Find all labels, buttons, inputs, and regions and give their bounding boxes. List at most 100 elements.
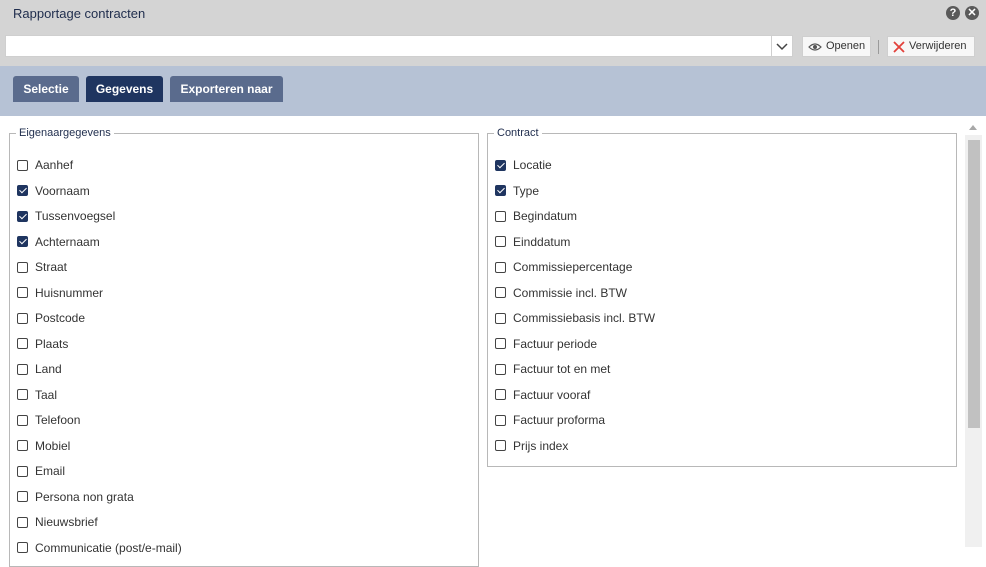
delete-button[interactable]: Verwijderen bbox=[887, 36, 975, 57]
checkbox-label: Factuur vooraf bbox=[513, 387, 591, 402]
report-select[interactable] bbox=[5, 35, 793, 57]
checkbox[interactable] bbox=[495, 440, 506, 451]
checkbox[interactable] bbox=[495, 363, 506, 375]
checkbox-item-communicatie-post-e-mail[interactable]: Communicatie (post/e-mail) bbox=[17, 539, 182, 557]
checkbox-label: Aanhef bbox=[35, 158, 74, 172]
close-icon[interactable]: ✕ bbox=[965, 6, 979, 20]
owner-fields-legend: Eigenaargegevens bbox=[19, 127, 111, 139]
checkbox-item-tussenvoegsel[interactable]: Tussenvoegsel bbox=[17, 207, 115, 225]
window-title: Rapportage contracten bbox=[13, 6, 146, 21]
checkbox-label: Postcode bbox=[35, 311, 86, 325]
checkbox-label: Commissiepercentage bbox=[513, 260, 633, 274]
checkbox[interactable] bbox=[17, 542, 28, 553]
checkbox-label: Land bbox=[35, 362, 62, 376]
checkbox-item-factuur-tot-en-met[interactable]: Factuur tot en met bbox=[495, 360, 610, 378]
tab-exporteren-naar[interactable]: Exporteren naar bbox=[170, 76, 283, 102]
checkbox[interactable] bbox=[17, 491, 28, 502]
checkbox-item-commissiebasis-incl-btw[interactable]: Commissiebasis incl. BTW bbox=[495, 309, 655, 327]
tab-gegevens[interactable]: Gegevens bbox=[86, 76, 163, 102]
checkbox-label: Voornaam bbox=[35, 183, 90, 198]
checkbox[interactable] bbox=[17, 210, 28, 222]
scrollbar-thumb[interactable] bbox=[968, 140, 980, 428]
checkbox-label: Huisnummer bbox=[35, 285, 104, 300]
help-icon[interactable]: ? bbox=[946, 6, 960, 20]
checkbox-item-prijs-index[interactable]: Prijs index bbox=[495, 437, 568, 455]
checkbox[interactable] bbox=[17, 185, 28, 196]
checkbox-label: Begindatum bbox=[513, 209, 578, 223]
open-button[interactable]: Openen bbox=[802, 36, 871, 57]
checkbox[interactable] bbox=[495, 185, 506, 196]
checkbox-label: Email bbox=[35, 464, 66, 478]
checkbox-item-land[interactable]: Land bbox=[17, 360, 62, 378]
checkbox-label: Telefoon bbox=[35, 413, 81, 427]
checkbox[interactable] bbox=[17, 465, 28, 477]
checkbox-label: Plaats bbox=[35, 336, 69, 351]
checkbox-label: Straat bbox=[35, 260, 68, 274]
toolbar-separator bbox=[878, 40, 879, 54]
tab-bar: Selectie Gegevens Exporteren naar bbox=[0, 66, 986, 116]
checkbox-item-telefoon[interactable]: Telefoon bbox=[17, 411, 80, 429]
checkbox-label: Nieuwsbrief bbox=[35, 515, 98, 529]
checkbox[interactable] bbox=[495, 312, 506, 324]
checkbox[interactable] bbox=[17, 389, 28, 400]
checkbox-label: Factuur proforma bbox=[513, 413, 606, 427]
checkbox-label: Type bbox=[513, 183, 540, 198]
eye-icon bbox=[808, 42, 822, 52]
checkbox-label: Factuur tot en met bbox=[513, 362, 611, 376]
checkbox-item-begindatum[interactable]: Begindatum bbox=[495, 207, 577, 225]
delete-x-icon bbox=[893, 40, 905, 53]
checkbox[interactable] bbox=[495, 210, 506, 222]
checkbox-item-mobiel[interactable]: Mobiel bbox=[17, 437, 70, 455]
checkbox-item-persona-non-grata[interactable]: Persona non grata bbox=[17, 488, 134, 506]
checkbox-item-email[interactable]: Email bbox=[17, 462, 65, 480]
checkbox-label: Commissiebasis incl. BTW bbox=[513, 311, 656, 325]
checkbox[interactable] bbox=[495, 414, 506, 426]
checkbox-item-achternaam[interactable]: Achternaam bbox=[17, 233, 100, 251]
checkbox-label: Achternaam bbox=[35, 234, 100, 249]
checkbox-item-postcode[interactable]: Postcode bbox=[17, 309, 85, 327]
checkbox-item-einddatum[interactable]: Einddatum bbox=[495, 233, 570, 251]
checkbox-item-huisnummer[interactable]: Huisnummer bbox=[17, 284, 103, 302]
contract-fields-legend: Contract bbox=[497, 127, 539, 139]
checkbox[interactable] bbox=[17, 440, 28, 451]
checkbox-label: Commissie incl. BTW bbox=[513, 285, 628, 300]
checkbox-label: Taal bbox=[35, 387, 58, 402]
checkbox-item-factuur-proforma[interactable]: Factuur proforma bbox=[495, 411, 605, 429]
chevron-down-icon[interactable] bbox=[771, 36, 792, 56]
toolbar: Openen Verwijderen bbox=[0, 28, 986, 66]
tab-selectie[interactable]: Selectie bbox=[13, 76, 79, 102]
checkbox-item-taal[interactable]: Taal bbox=[17, 386, 57, 404]
checkbox[interactable] bbox=[495, 261, 506, 273]
checkbox[interactable] bbox=[495, 338, 506, 349]
checkbox[interactable] bbox=[17, 414, 28, 426]
contract-fields-group: Contract Locatie Type Begindatum Einddatum C… bbox=[487, 127, 957, 467]
checkbox-item-commissiepercentage[interactable]: Commissiepercentage bbox=[495, 258, 632, 276]
checkbox[interactable] bbox=[495, 287, 506, 298]
checkbox-item-voornaam[interactable]: Voornaam bbox=[17, 182, 90, 200]
checkbox-item-aanhef[interactable]: Aanhef bbox=[17, 156, 73, 174]
checkbox[interactable] bbox=[17, 261, 28, 273]
checkbox-item-plaats[interactable]: Plaats bbox=[17, 335, 68, 353]
checkbox-item-locatie[interactable]: Locatie bbox=[495, 156, 552, 174]
checkbox[interactable] bbox=[495, 159, 506, 171]
vertical-scrollbar[interactable] bbox=[965, 121, 982, 547]
checkbox[interactable] bbox=[17, 312, 28, 324]
checkbox[interactable] bbox=[17, 287, 28, 298]
checkbox[interactable] bbox=[17, 516, 28, 528]
checkbox-item-type[interactable]: Type bbox=[495, 182, 539, 200]
checkbox-item-nieuwsbrief[interactable]: Nieuwsbrief bbox=[17, 513, 98, 531]
checkbox[interactable] bbox=[495, 389, 506, 400]
checkbox[interactable] bbox=[17, 338, 28, 349]
checkbox-item-commissie-incl-btw[interactable]: Commissie incl. BTW bbox=[495, 284, 627, 302]
checkbox[interactable] bbox=[17, 363, 28, 375]
checkbox-item-factuur-vooraf[interactable]: Factuur vooraf bbox=[495, 386, 590, 404]
checkbox[interactable] bbox=[17, 236, 28, 247]
checkbox-item-factuur-periode[interactable]: Factuur periode bbox=[495, 335, 597, 353]
checkbox-label: Locatie bbox=[513, 158, 552, 172]
checkbox-label: Mobiel bbox=[35, 438, 71, 453]
checkbox-label: Persona non grata bbox=[35, 489, 134, 504]
checkbox[interactable] bbox=[495, 236, 506, 247]
checkbox[interactable] bbox=[17, 159, 28, 171]
checkbox-item-straat[interactable]: Straat bbox=[17, 258, 67, 276]
scroll-up-arrow-icon[interactable] bbox=[969, 125, 977, 130]
